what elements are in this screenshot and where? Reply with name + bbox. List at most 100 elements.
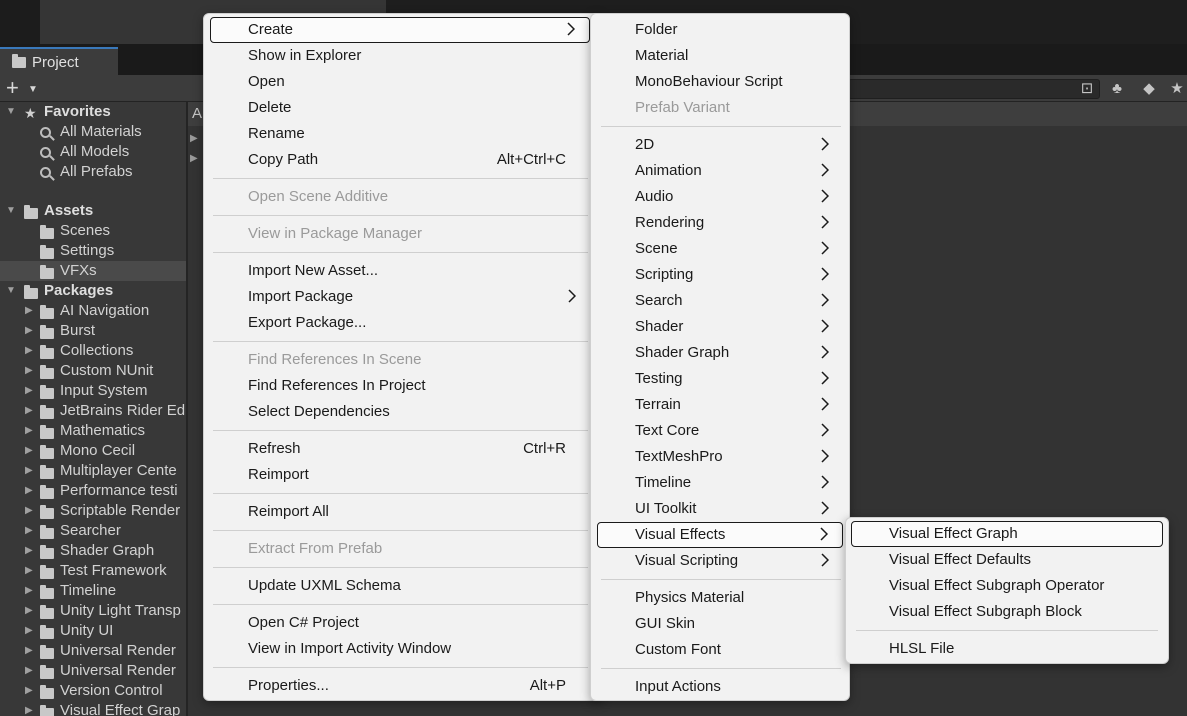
menu-item-import-package[interactable]: Import Package [210,284,590,310]
expand-arrow-down-icon[interactable]: ▼ [6,205,16,216]
menu-item-visual-effect-graph[interactable]: Visual Effect Graph [851,521,1163,547]
menu-item-folder[interactable]: Folder [597,17,843,43]
tree-item-burst[interactable]: ▶ Burst [0,321,186,341]
menu-item-find-references-in-project[interactable]: Find References In Project [210,373,590,399]
menu-item-copy-path[interactable]: Copy Path Alt+Ctrl+C [210,147,590,173]
menu-item-show-in-explorer[interactable]: Show in Explorer [210,43,590,69]
tree-item-all-materials[interactable]: All Materials [0,122,186,142]
expand-arrow-icon[interactable]: ▶ [25,645,35,656]
menu-item-scripting[interactable]: Scripting [597,262,843,288]
tree-item-scriptable-render[interactable]: ▶ Scriptable Render [0,501,186,521]
expand-arrow-icon[interactable]: ▶ [25,585,35,596]
menu-item-material[interactable]: Material [597,43,843,69]
menu-item-scene[interactable]: Scene [597,236,843,262]
menu-item-view-in-import-activity-window[interactable]: View in Import Activity Window [210,636,590,662]
expand-arrow-icon[interactable]: ▶ [25,405,35,416]
tree-item-vfxs[interactable]: VFXs [0,261,186,281]
tree-item-assets[interactable]: ▼ Assets [0,201,186,221]
tree-item-all-prefabs[interactable]: All Prefabs [0,162,186,182]
tree-item-packages[interactable]: ▼ Packages [0,281,186,301]
menu-item-open[interactable]: Open [210,69,590,95]
menu-item-export-package[interactable]: Export Package... [210,310,590,336]
menu-item-gui-skin[interactable]: GUI Skin [597,611,843,637]
menu-item-audio[interactable]: Audio [597,184,843,210]
tree-item-searcher[interactable]: ▶ Searcher [0,521,186,541]
menu-item-ui-toolkit[interactable]: UI Toolkit [597,496,843,522]
tree-item-collections[interactable]: ▶ Collections [0,341,186,361]
tree-item-unity-light-transp[interactable]: ▶ Unity Light Transp [0,601,186,621]
expand-arrow-icon[interactable]: ▶ [25,525,35,536]
expand-arrow-icon[interactable]: ▶ [25,545,35,556]
expand-arrow-icon[interactable]: ▶ [25,465,35,476]
menu-item-reimport[interactable]: Reimport [210,462,590,488]
menu-item-physics-material[interactable]: Physics Material [597,585,843,611]
tree-item-performance-testi[interactable]: ▶ Performance testi [0,481,186,501]
tree-item-mono-cecil[interactable]: ▶ Mono Cecil [0,441,186,461]
expand-arrow-icon[interactable]: ▶ [190,133,198,144]
menu-item-select-dependencies[interactable]: Select Dependencies [210,399,590,425]
expand-arrow-icon[interactable]: ▶ [25,445,35,456]
expand-arrow-icon[interactable]: ▶ [190,153,198,164]
expand-arrow-down-icon[interactable]: ▼ [6,285,16,296]
menu-item-visual-effect-subgraph-operator[interactable]: Visual Effect Subgraph Operator [851,573,1163,599]
menu-item-update-uxml-schema[interactable]: Update UXML Schema [210,573,590,599]
favorite-icon[interactable]: ★ [1168,80,1186,98]
tree-item-jetbrains-rider-ed[interactable]: ▶ JetBrains Rider Ed [0,401,186,421]
tree-item-scenes[interactable]: Scenes [0,221,186,241]
menu-item-2d[interactable]: 2D [597,132,843,158]
expand-arrow-icon[interactable]: ▶ [25,665,35,676]
menu-item-properties[interactable]: Properties... Alt+P [210,673,590,699]
tree-item-all-models[interactable]: All Models [0,142,186,162]
menu-item-reimport-all[interactable]: Reimport All [210,499,590,525]
menu-item-search[interactable]: Search [597,288,843,314]
tree-item-settings[interactable]: Settings [0,241,186,261]
expand-arrow-icon[interactable]: ▶ [25,345,35,356]
tree-item-test-framework[interactable]: ▶ Test Framework [0,561,186,581]
expand-arrow-icon[interactable]: ▶ [25,685,35,696]
tree-item-custom-nunit[interactable]: ▶ Custom NUnit [0,361,186,381]
tree-item-multiplayer-cente[interactable]: ▶ Multiplayer Cente [0,461,186,481]
expand-arrow-icon[interactable]: ▶ [25,305,35,316]
menu-item-rename[interactable]: Rename [210,121,590,147]
menu-item-visual-scripting[interactable]: Visual Scripting [597,548,843,574]
expand-arrow-icon[interactable]: ▶ [25,485,35,496]
search-input[interactable] [848,79,1100,99]
menu-item-visual-effects[interactable]: Visual Effects [597,522,843,548]
filter-by-type-icon[interactable]: ♣ [1108,80,1126,98]
tree-item-version-control[interactable]: ▶ Version Control [0,681,186,701]
expand-arrow-icon[interactable]: ▶ [25,365,35,376]
menu-item-open-c-project[interactable]: Open C# Project [210,610,590,636]
menu-item-hlsl-file[interactable]: HLSL File [851,636,1163,662]
filter-by-label-icon[interactable]: ◆ [1140,80,1158,98]
menu-item-create[interactable]: Create [210,17,590,43]
menu-item-visual-effect-defaults[interactable]: Visual Effect Defaults [851,547,1163,573]
tree-item-timeline[interactable]: ▶ Timeline [0,581,186,601]
menu-item-shader-graph[interactable]: Shader Graph [597,340,843,366]
tree-item-visual-effect-grap[interactable]: ▶ Visual Effect Grap [0,701,186,716]
search-by-type-icon[interactable]: ⊡ [1078,80,1096,98]
menu-item-input-actions[interactable]: Input Actions [597,674,843,700]
expand-arrow-icon[interactable]: ▶ [25,425,35,436]
menu-item-import-new-asset[interactable]: Import New Asset... [210,258,590,284]
menu-item-shader[interactable]: Shader [597,314,843,340]
expand-arrow-down-icon[interactable]: ▼ [6,106,16,117]
add-asset-button[interactable]: + ▼ [6,77,42,100]
expand-arrow-icon[interactable]: ▶ [25,325,35,336]
tree-item-unity-ui[interactable]: ▶ Unity UI [0,621,186,641]
tree-item-favorites[interactable]: ▼ ★ Favorites [0,102,186,122]
tree-item-ai-navigation[interactable]: ▶ AI Navigation [0,301,186,321]
menu-item-animation[interactable]: Animation [597,158,843,184]
menu-item-refresh[interactable]: Refresh Ctrl+R [210,436,590,462]
menu-item-rendering[interactable]: Rendering [597,210,843,236]
menu-item-testing[interactable]: Testing [597,366,843,392]
expand-arrow-icon[interactable]: ▶ [25,565,35,576]
tab-project[interactable]: Project [0,47,118,75]
expand-arrow-icon[interactable]: ▶ [25,705,35,716]
tree-item-input-system[interactable]: ▶ Input System [0,381,186,401]
menu-item-delete[interactable]: Delete [210,95,590,121]
tree-item-universal-render[interactable]: ▶ Universal Render [0,641,186,661]
tree-item-shader-graph[interactable]: ▶ Shader Graph [0,541,186,561]
tree-item-mathematics[interactable]: ▶ Mathematics [0,421,186,441]
menu-item-custom-font[interactable]: Custom Font [597,637,843,663]
menu-item-monobehaviour-script[interactable]: MonoBehaviour Script [597,69,843,95]
